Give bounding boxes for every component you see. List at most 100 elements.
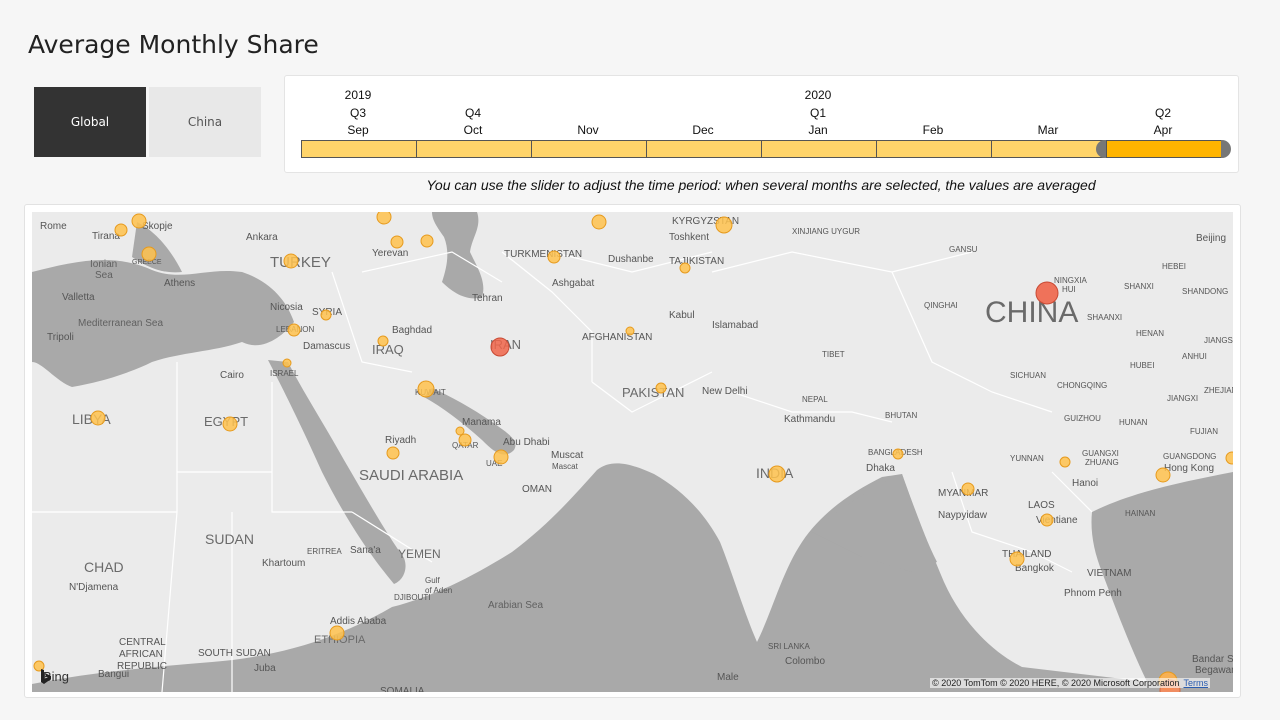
country-chad: CHAD: [84, 559, 124, 575]
city-dushanbe: Dushanbe: [608, 254, 654, 265]
city-tehran: Tehran: [472, 293, 503, 304]
bing-icon: [41, 669, 51, 684]
country-oman: OMAN: [522, 484, 552, 495]
month-bar-mar[interactable]: [991, 140, 1107, 158]
region-guizhou: GUIZHOU: [1064, 414, 1101, 423]
bubble[interactable]: [1040, 513, 1054, 527]
bubble[interactable]: [1009, 551, 1025, 567]
city-bangui: Bangui: [98, 669, 129, 680]
bubble[interactable]: [390, 235, 404, 249]
city-tripoli: Tripoli: [47, 332, 74, 343]
bubble[interactable]: [1035, 281, 1059, 305]
city-beijing: Beijing: [1196, 233, 1226, 244]
map-card: Rome Tirana Skopje Ionian Sea GREECE Ath…: [24, 204, 1241, 698]
bubble[interactable]: [961, 482, 975, 496]
year-label-2020: 2020: [804, 88, 832, 102]
region-xinjiang: XINJIANG UYGUR: [792, 227, 860, 236]
map-svg: Rome Tirana Skopje Ionian Sea GREECE Ath…: [32, 212, 1233, 692]
country-iraq: IRAQ: [372, 342, 404, 357]
month-bar-sep[interactable]: [301, 140, 417, 158]
bubble[interactable]: [222, 416, 238, 432]
month-label-oct: Oct: [463, 123, 483, 137]
sea-ionian-2: Sea: [95, 270, 113, 281]
china-button[interactable]: China: [149, 87, 261, 157]
region-chongqing: CHONGQING: [1057, 381, 1107, 390]
region-shaanxi: SHAANXI: [1087, 313, 1122, 322]
bubble[interactable]: [329, 625, 345, 641]
city-cairo: Cairo: [220, 370, 244, 381]
city-athens: Athens: [164, 278, 195, 289]
city-naypyidaw: Naypyidaw: [938, 510, 988, 521]
bubble[interactable]: [892, 448, 904, 460]
country-laos: LAOS: [1028, 500, 1055, 511]
region-jiangsu: JIANGSU: [1204, 336, 1233, 345]
bubble[interactable]: [655, 382, 667, 394]
bubble[interactable]: [282, 358, 292, 368]
city-toshkent: Toshkent: [669, 232, 709, 243]
quarter-label-q4: Q4: [464, 106, 482, 120]
bubble[interactable]: [715, 216, 733, 234]
bubble[interactable]: [1225, 451, 1233, 465]
city-rome: Rome: [40, 221, 67, 232]
city-colombo: Colombo: [785, 656, 825, 667]
bubble[interactable]: [547, 250, 561, 264]
month-label-jan: Jan: [808, 123, 828, 137]
country-thailand: THAILAND: [1002, 549, 1051, 560]
city-abu-dhabi: Abu Dhabi: [503, 437, 550, 448]
bubble[interactable]: [768, 465, 786, 483]
page-title: Average Monthly Share: [28, 30, 319, 59]
bubble[interactable]: [420, 234, 434, 248]
month-bar-apr[interactable]: [1106, 140, 1222, 158]
month-bar-dec[interactable]: [646, 140, 762, 158]
bubble[interactable]: [320, 309, 332, 321]
country-afghanistan: AFGHANISTAN: [582, 332, 652, 343]
bubble[interactable]: [493, 449, 509, 465]
bubble[interactable]: [283, 253, 299, 269]
month-bar-jan[interactable]: [761, 140, 877, 158]
city-muscat-2: Mascat: [552, 462, 579, 471]
country-sudan: SUDAN: [205, 531, 254, 547]
region-guangxi-2: ZHUANG: [1085, 458, 1119, 467]
bubble[interactable]: [376, 212, 392, 225]
month-bar-oct[interactable]: [416, 140, 532, 158]
month-label-feb: Feb: [922, 123, 944, 137]
map[interactable]: Rome Tirana Skopje Ionian Sea GREECE Ath…: [32, 212, 1233, 692]
region-hunan: HUNAN: [1119, 418, 1148, 427]
city-valletta: Valletta: [62, 292, 95, 303]
bubble[interactable]: [90, 410, 106, 426]
month-label-apr: Apr: [1153, 123, 1173, 137]
bubble[interactable]: [490, 337, 510, 357]
bubble[interactable]: [1155, 467, 1171, 483]
region-tibet: TIBET: [822, 350, 845, 359]
region-anhui: ANHUI: [1182, 352, 1207, 361]
region-jiangxi: JIANGXI: [1167, 394, 1198, 403]
city-damascus: Damascus: [303, 341, 350, 352]
global-button[interactable]: Global: [34, 87, 146, 157]
copyright-text: © 2020 TomTom © 2020 HERE, © 2020 Micros…: [932, 678, 1180, 688]
gulf-of-aden: Gulf: [425, 576, 440, 585]
bubble[interactable]: [114, 223, 128, 237]
slider-end-handle[interactable]: [1221, 140, 1231, 158]
bubble[interactable]: [679, 262, 691, 274]
month-bar-feb[interactable]: [876, 140, 992, 158]
bubble[interactable]: [287, 323, 301, 337]
terms-link[interactable]: Terms: [1184, 678, 1209, 688]
bubble[interactable]: [377, 335, 389, 347]
bubble[interactable]: [458, 433, 472, 447]
bubble[interactable]: [1059, 456, 1071, 468]
region-zhejiang: ZHEJIANG: [1204, 386, 1233, 395]
bubble[interactable]: [625, 326, 635, 336]
quarter-label-q2: Q2: [1154, 106, 1172, 120]
city-kathmandu: Kathmandu: [784, 414, 835, 425]
slider-hint: You can use the slider to adjust the tim…: [426, 177, 1096, 193]
bubble[interactable]: [131, 213, 147, 229]
bubble[interactable]: [386, 446, 400, 460]
quarter-label-q1: Q1: [809, 106, 827, 120]
country-bhutan: BHUTAN: [885, 411, 918, 420]
month-bar-nov[interactable]: [531, 140, 647, 158]
bubble[interactable]: [591, 214, 607, 230]
bubble[interactable]: [417, 380, 435, 398]
bubble[interactable]: [141, 246, 157, 262]
bubble[interactable]: [455, 426, 465, 436]
country-tajikistan: TAJIKISTAN: [669, 256, 724, 267]
